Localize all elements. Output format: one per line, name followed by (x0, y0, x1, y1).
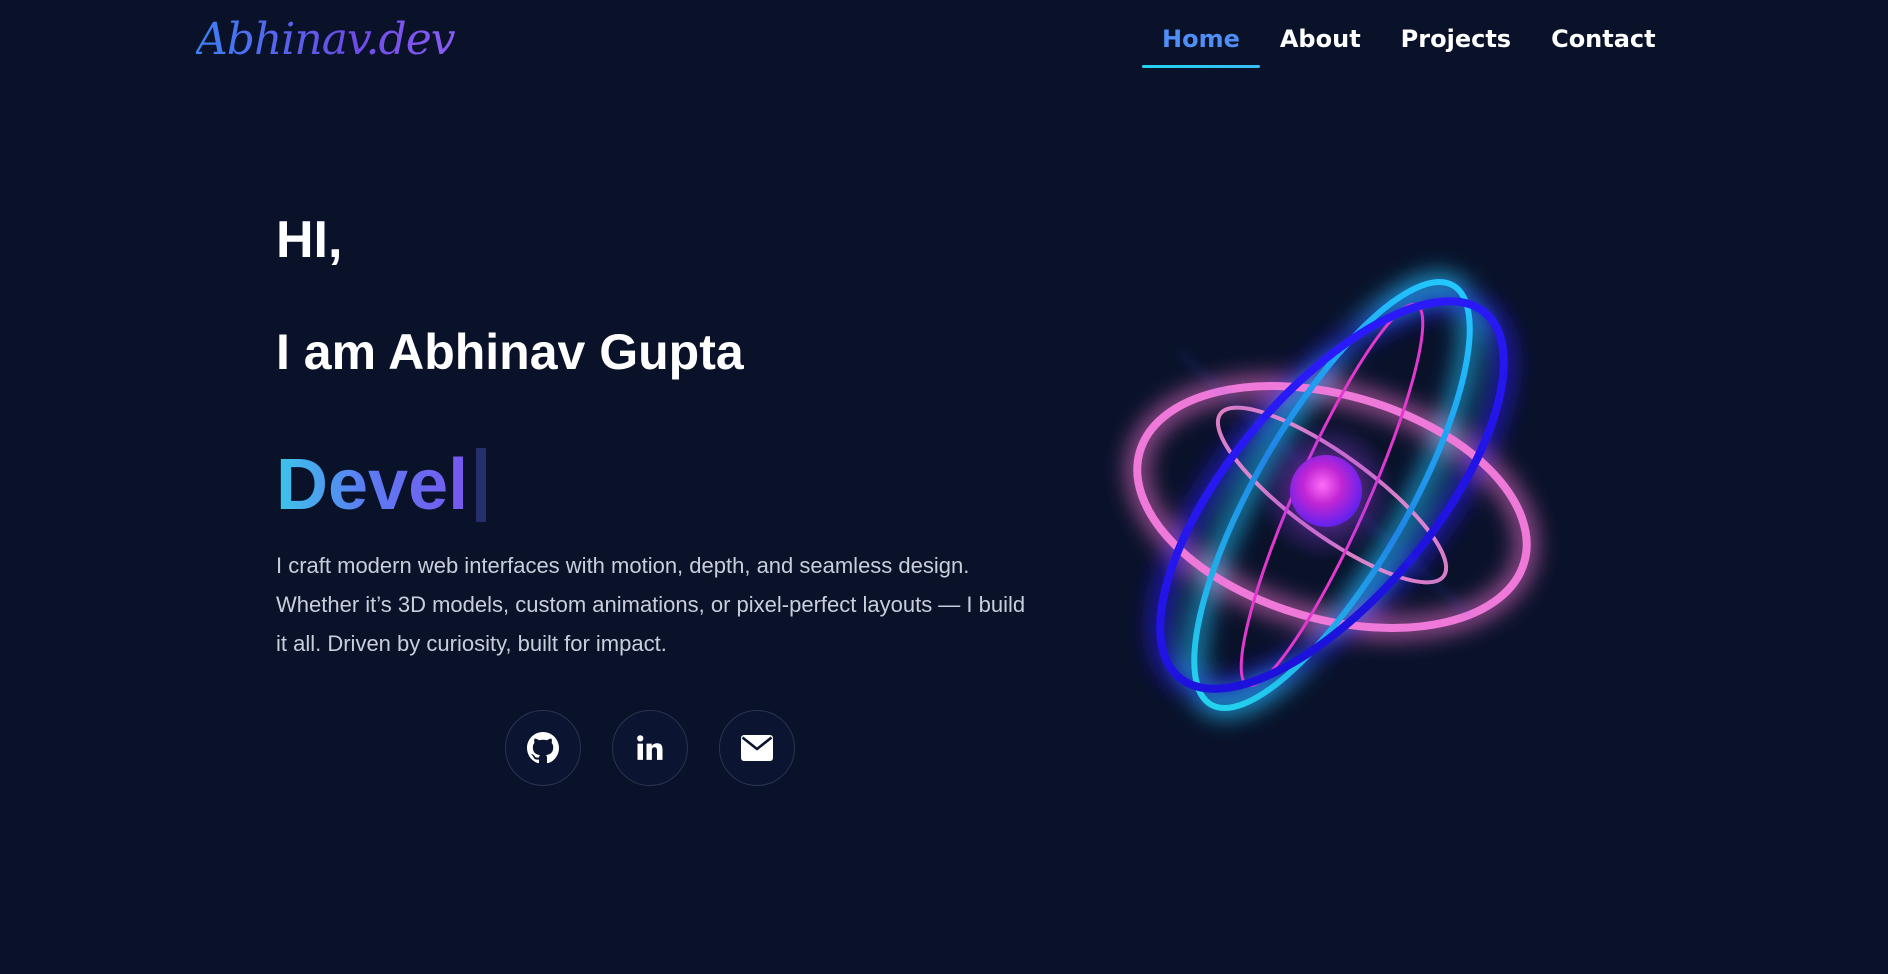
hero-name: I am Abhinav Gupta (276, 324, 744, 380)
social-links (505, 710, 826, 786)
portfolio-page: Abhinav.dev Home About Projects Contact … (0, 0, 1888, 974)
nav-link-contact[interactable]: Contact (1531, 22, 1676, 68)
github-button[interactable] (505, 710, 581, 786)
nav-link-projects[interactable]: Projects (1381, 22, 1531, 68)
site-logo[interactable]: Abhinav.dev (196, 12, 456, 68)
nav-links: Home About Projects Contact (1142, 22, 1676, 68)
linkedin-button[interactable] (612, 710, 688, 786)
mail-button[interactable] (719, 710, 795, 786)
atom-illustration (1129, 274, 1535, 716)
github-icon (527, 732, 559, 764)
nav-link-about[interactable]: About (1260, 22, 1381, 68)
mail-icon (741, 735, 773, 761)
linkedin-icon (635, 733, 665, 763)
nav-link-home[interactable]: Home (1142, 22, 1260, 68)
hero-greeting: HI, (276, 211, 343, 269)
navbar: Abhinav.dev Home About Projects Contact (0, 0, 1888, 80)
typing-cursor (476, 448, 487, 522)
atom-core (1290, 455, 1362, 527)
typed-role-text: Devel (276, 440, 468, 530)
typed-role: Devel (276, 440, 487, 530)
hero-bio: I craft modern web interfaces with motio… (276, 553, 1026, 656)
